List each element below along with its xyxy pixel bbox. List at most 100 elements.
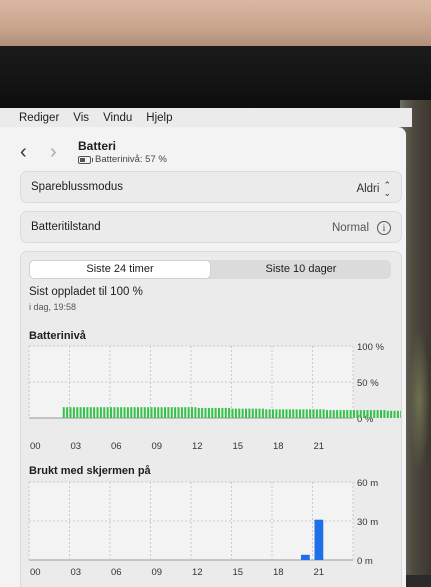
battery-bar xyxy=(373,410,376,418)
low-power-label: Spareblussmodus xyxy=(31,181,124,193)
battery-bar xyxy=(218,407,221,418)
battery-bar xyxy=(197,407,200,418)
battery-bar xyxy=(96,407,99,418)
battery-bar xyxy=(153,407,156,418)
battery-bar xyxy=(363,410,366,418)
battery-bar xyxy=(258,408,261,418)
battery-bar xyxy=(191,407,194,418)
screen-bezel xyxy=(0,46,431,108)
battery-bar xyxy=(137,407,140,418)
low-power-select[interactable]: Aldri ⌃ ⌄ xyxy=(356,180,391,198)
battery-bar xyxy=(126,407,129,418)
menu-rediger[interactable]: Rediger xyxy=(19,112,59,124)
info-icon[interactable]: i xyxy=(377,221,391,235)
battery-bar xyxy=(150,407,153,418)
chevron-right-icon[interactable]: › xyxy=(50,142,57,162)
screen-time-bar xyxy=(314,519,324,560)
chevron-left-icon[interactable]: ‹ xyxy=(20,142,27,162)
y-tick-label: 0 m xyxy=(357,556,373,567)
x-tick-label: 09 xyxy=(152,567,163,578)
screen-time-chart: 60 m 30 m 0 m 00 03 06 09 12 15 18 21 xyxy=(28,478,378,578)
battery-bar xyxy=(359,410,362,418)
battery-bar xyxy=(380,410,383,418)
y-tick-label: 50 % xyxy=(357,378,379,389)
battery-bar xyxy=(93,407,96,418)
battery-health-row: Batteritilstand Normal i xyxy=(20,211,402,243)
time-range-segmented-control: Siste 24 timer Siste 10 dager xyxy=(29,260,391,279)
battery-bar xyxy=(326,410,329,418)
battery-bar xyxy=(147,407,150,418)
battery-bar xyxy=(272,409,275,418)
battery-bar xyxy=(62,407,65,418)
battery-bar xyxy=(295,409,298,418)
menu-vis[interactable]: Vis xyxy=(73,112,89,124)
x-tick-label: 15 xyxy=(233,567,244,578)
x-tick-label: 12 xyxy=(192,441,203,452)
x-tick-label: 18 xyxy=(273,567,284,578)
x-tick-label: 00 xyxy=(30,567,41,578)
battery-bar xyxy=(214,407,217,418)
battery-level-chart: 100 %50 %0 %00 03 06 09 12 15 18 21 xyxy=(28,342,401,452)
battery-bar xyxy=(76,407,79,418)
battery-bar xyxy=(353,410,356,418)
battery-bar xyxy=(123,407,126,418)
battery-bar xyxy=(336,410,339,418)
battery-bar xyxy=(285,409,288,418)
battery-bar xyxy=(106,407,109,418)
battery-bar xyxy=(322,409,325,418)
last-charged-label: Sist oppladet til 100 % xyxy=(29,286,143,298)
battery-bar xyxy=(228,407,231,418)
y-tick-label: 60 m xyxy=(357,478,378,489)
x-tick-label: 06 xyxy=(111,567,122,578)
low-power-row[interactable]: Spareblussmodus Aldri ⌃ ⌄ xyxy=(20,171,402,203)
screen-time-chart-title: Brukt med skjermen på xyxy=(29,465,151,477)
battery-bar xyxy=(400,410,401,418)
battery-icon xyxy=(78,155,93,164)
battery-bar xyxy=(366,410,369,418)
tab-last-24-hours[interactable]: Siste 24 timer xyxy=(30,261,210,278)
x-tick-label: 12 xyxy=(192,567,203,578)
battery-bar xyxy=(268,409,271,418)
page-title: Batteri xyxy=(78,139,117,153)
battery-bar xyxy=(86,407,89,418)
tab-last-10-days[interactable]: Siste 10 dager xyxy=(211,260,391,279)
x-tick-label: 03 xyxy=(71,441,82,452)
battery-bar xyxy=(299,409,302,418)
battery-bar xyxy=(231,408,234,418)
battery-bar xyxy=(376,410,379,418)
x-tick-label: 09 xyxy=(152,441,163,452)
battery-level-subtitle: Batterinivå: 57 % xyxy=(78,154,167,165)
background-wall xyxy=(0,0,431,52)
battery-bar xyxy=(383,410,386,418)
settings-window: ‹ › Batteri Batterinivå: 57 % Sparebluss… xyxy=(0,127,406,587)
y-tick-label: 100 % xyxy=(357,342,384,353)
battery-bar xyxy=(157,407,160,418)
battery-bar xyxy=(261,408,264,418)
battery-bar xyxy=(83,407,86,418)
battery-bar xyxy=(312,409,315,418)
battery-bar xyxy=(342,410,345,418)
battery-bar xyxy=(130,407,133,418)
battery-level-chart-title: Batterinivå xyxy=(29,330,86,342)
battery-bar xyxy=(248,408,251,418)
battery-bar xyxy=(393,410,396,418)
battery-bar xyxy=(174,407,177,418)
battery-bar xyxy=(234,408,237,418)
y-tick-label: 30 m xyxy=(357,517,378,528)
battery-bar xyxy=(346,410,349,418)
battery-bar xyxy=(302,409,305,418)
menu-vindu[interactable]: Vindu xyxy=(103,112,132,124)
battery-bar xyxy=(167,407,170,418)
x-tick-label: 03 xyxy=(71,567,82,578)
updown-chevron-icon: ⌃ ⌄ xyxy=(383,180,391,198)
battery-bar xyxy=(160,407,163,418)
battery-bar xyxy=(241,408,244,418)
battery-bar xyxy=(288,409,291,418)
battery-bar xyxy=(110,407,113,418)
battery-bar xyxy=(282,409,285,418)
battery-bar xyxy=(194,407,197,418)
battery-bar xyxy=(332,410,335,418)
battery-bar xyxy=(275,409,278,418)
menu-hjelp[interactable]: Hjelp xyxy=(146,112,172,124)
battery-bar xyxy=(238,408,241,418)
